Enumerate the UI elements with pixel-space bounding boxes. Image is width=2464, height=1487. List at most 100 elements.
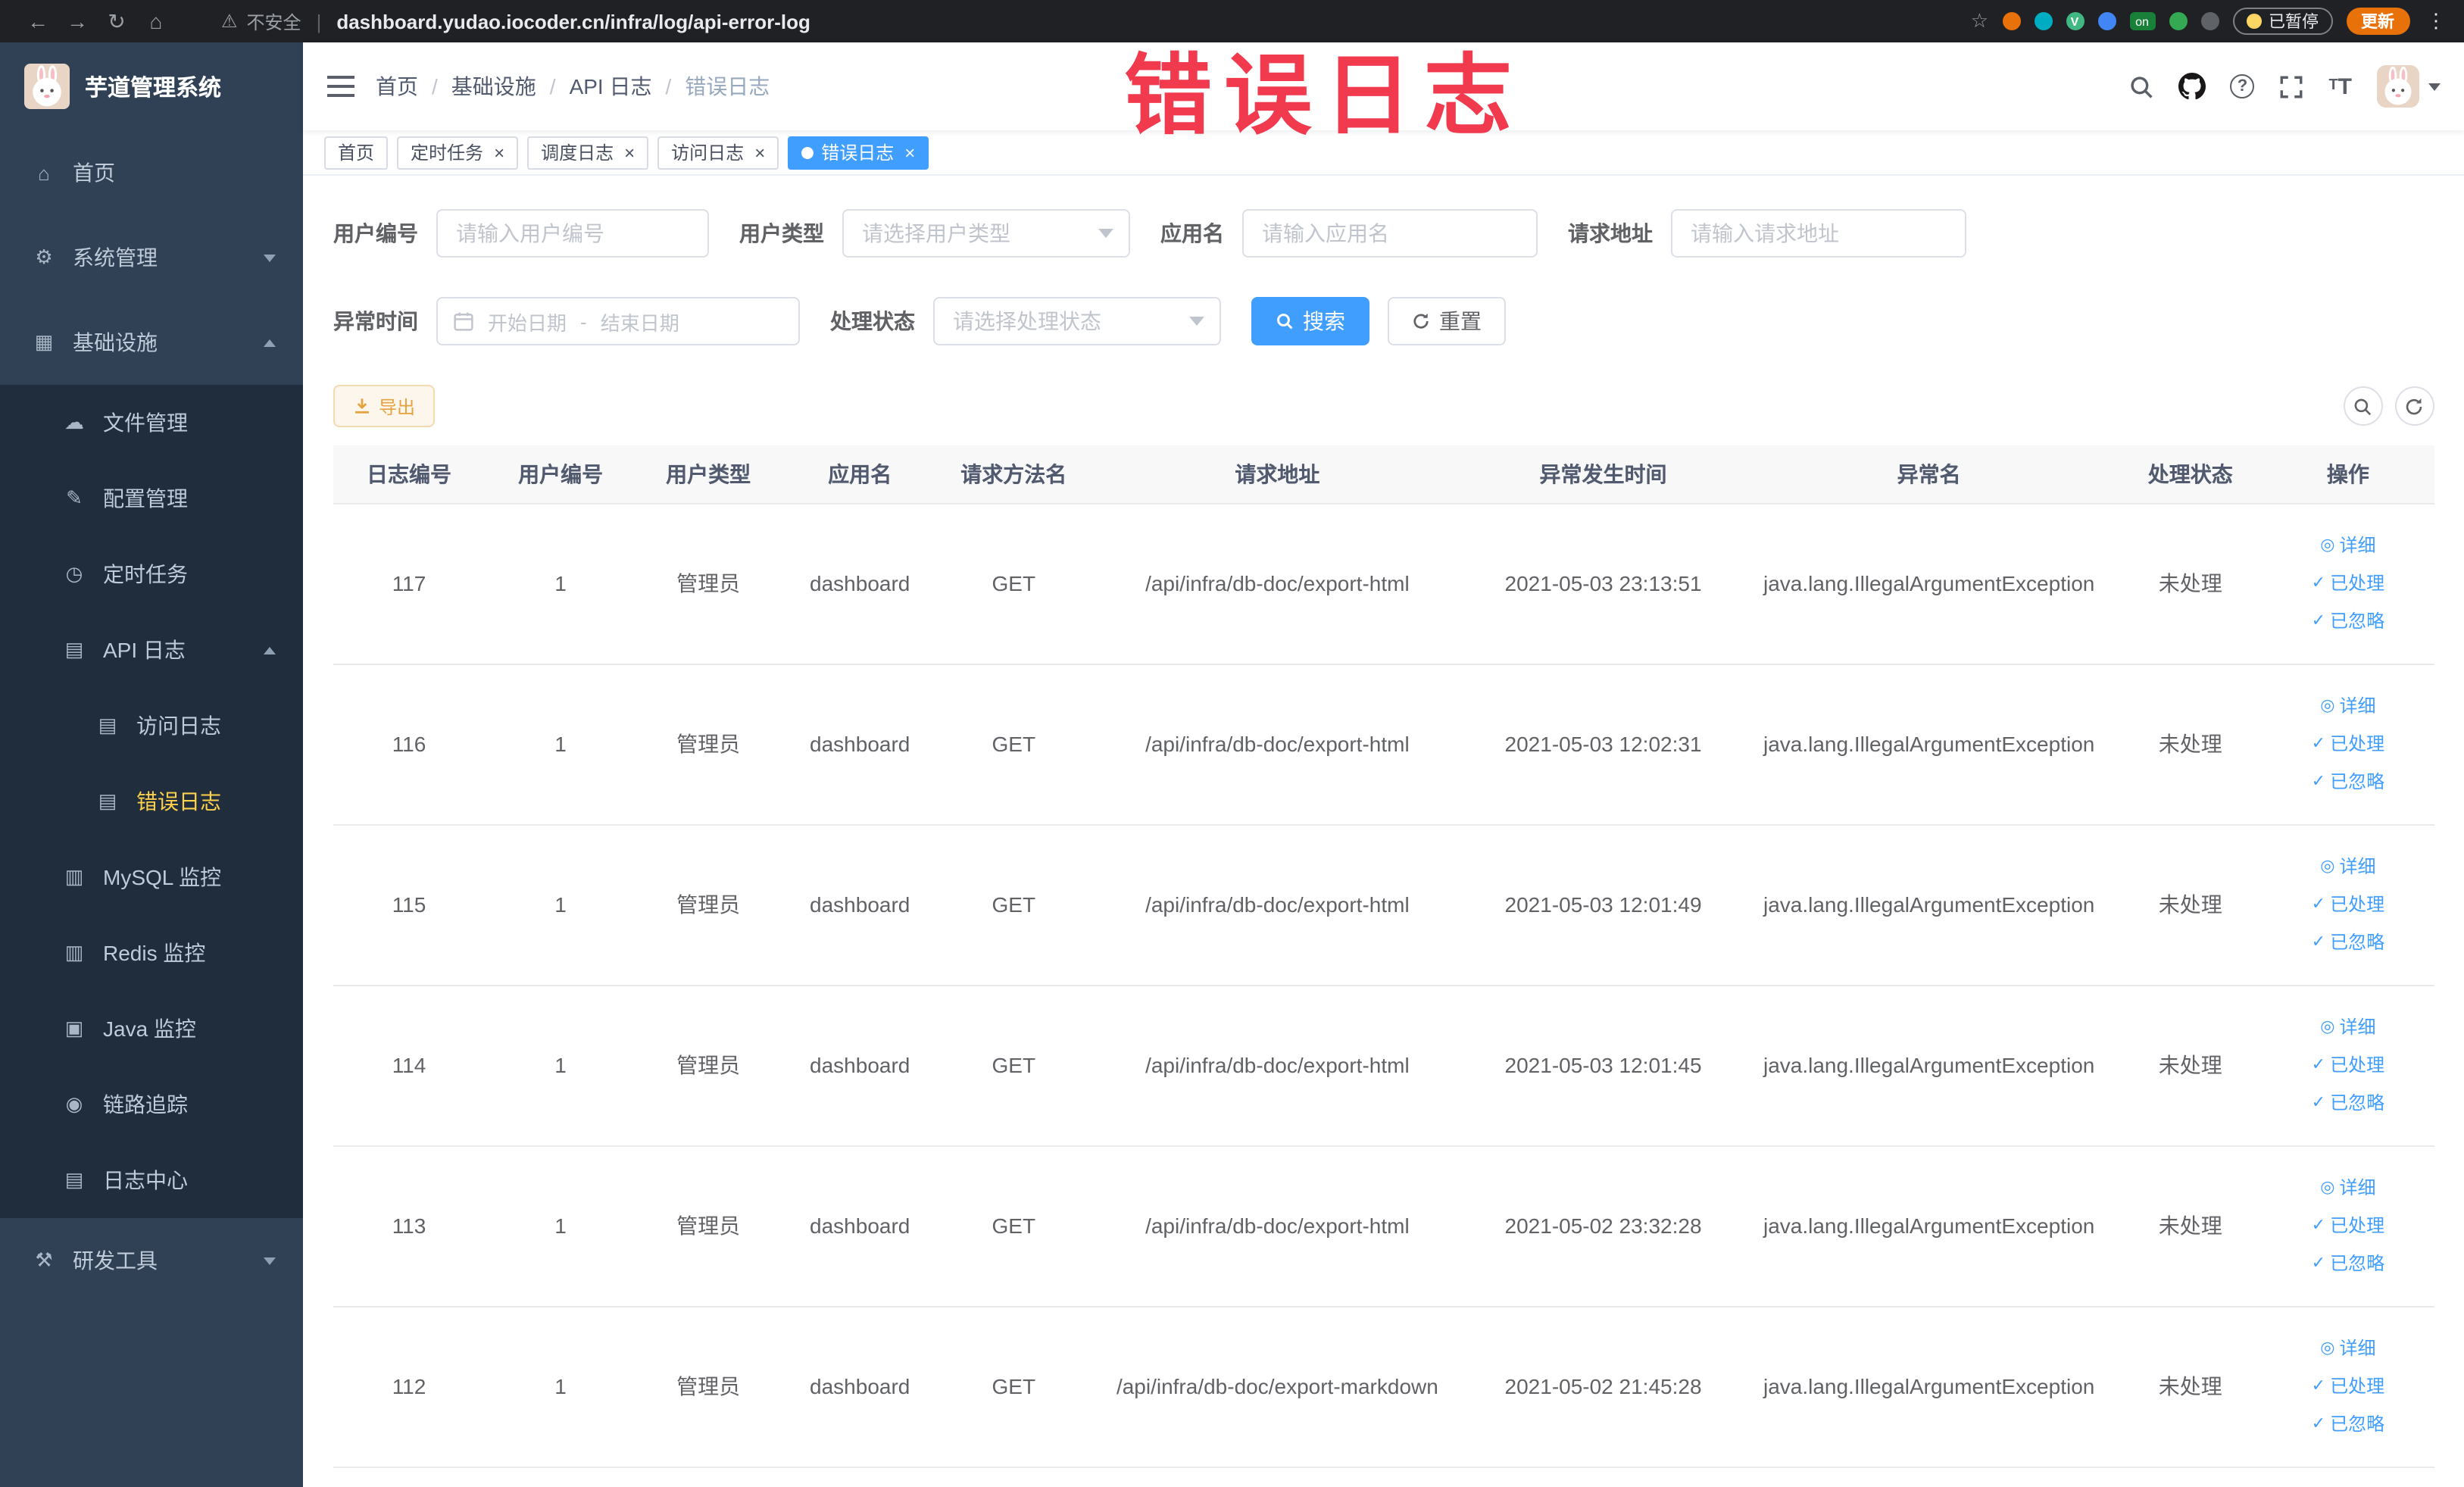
app-logo[interactable]: 芋道管理系统	[0, 42, 303, 130]
cell-user-type: 管理员	[636, 985, 781, 1146]
tab-home[interactable]: 首页	[324, 136, 389, 169]
breadcrumb-item[interactable]: 首页	[376, 71, 418, 102]
extension-icon[interactable]	[2169, 12, 2187, 30]
sidebar-item-link-tracing[interactable]: ◉ 链路追踪	[0, 1067, 303, 1142]
detail-link[interactable]: ◎ 详细	[2269, 687, 2428, 725]
export-button[interactable]: 导出	[333, 385, 436, 427]
ignored-link[interactable]: ✓ 已忽略	[2269, 602, 2428, 640]
sidebar-item-java-monitor[interactable]: ▣ Java 监控	[0, 991, 303, 1067]
close-icon[interactable]: ×	[904, 143, 915, 161]
processed-link[interactable]: ✓ 已处理	[2269, 1046, 2428, 1084]
close-icon[interactable]: ×	[754, 143, 765, 161]
extension-icon[interactable]	[2097, 12, 2116, 30]
ignored-link[interactable]: ✓ 已忽略	[2269, 1084, 2428, 1122]
sidebar-item-config-management[interactable]: ✎ 配置管理	[0, 461, 303, 536]
column-header: 用户编号	[485, 445, 637, 504]
sidebar-item-api-logs[interactable]: ▤ API 日志	[0, 612, 303, 688]
update-button[interactable]: 更新	[2346, 8, 2409, 35]
filter-app-name: 应用名	[1160, 209, 1538, 258]
sidebar-item-access-logs[interactable]: ▤ 访问日志	[0, 688, 303, 764]
toggle-search-button[interactable]	[2343, 386, 2382, 426]
detail-link[interactable]: ◎ 详细	[2269, 1008, 2428, 1046]
sidebar-item-redis-monitor[interactable]: ▥ Redis 监控	[0, 915, 303, 991]
detail-link[interactable]: ◎ 详细	[2269, 1169, 2428, 1207]
bookmark-star-icon[interactable]: ☆	[1971, 9, 1988, 33]
reset-button[interactable]: 重置	[1388, 297, 1506, 345]
sidebar-item-file-management[interactable]: ☁ 文件管理	[0, 385, 303, 461]
sidebar-item-home[interactable]: ⌂ 首页	[0, 130, 303, 215]
ignored-link[interactable]: ✓ 已忽略	[2269, 1405, 2428, 1443]
hamburger-icon[interactable]	[327, 76, 354, 97]
detail-link[interactable]: ◎ 详细	[2269, 848, 2428, 886]
tab-access-logs[interactable]: 访问日志 ×	[657, 136, 779, 169]
cell-status: 未处理	[2118, 1145, 2263, 1307]
search-button[interactable]: 搜索	[1251, 297, 1369, 345]
tab-scheduled-tasks[interactable]: 定时任务 ×	[397, 136, 519, 169]
cloud-icon: ☁	[64, 411, 84, 433]
process-status-select[interactable]: 请选择处理状态	[933, 297, 1221, 345]
processed-link[interactable]: ✓ 已处理	[2269, 725, 2428, 763]
breadcrumb-item[interactable]: API 日志	[570, 71, 652, 102]
home-icon[interactable]: ⌂	[136, 9, 176, 33]
url-text[interactable]: dashboard.yudao.iocoder.cn/infra/log/api…	[336, 10, 810, 33]
detail-link[interactable]: ◎ 详细	[2269, 1329, 2428, 1367]
action-label: 详细	[2339, 855, 2376, 876]
back-icon[interactable]: ←	[18, 9, 58, 33]
browser-menu-icon[interactable]: ⋮	[2426, 9, 2446, 33]
tab-error-logs[interactable]: 错误日志 ×	[788, 136, 929, 169]
clock-icon: ◷	[65, 562, 83, 585]
cell-time: 2021-05-03 12:01:49	[1466, 824, 1740, 986]
search-icon[interactable]	[2128, 73, 2154, 99]
sidebar-item-infrastructure[interactable]: ▦ 基础设施	[0, 300, 303, 385]
cell-actions: ◎ 详细 ✓ 已处理 ✓ 已忽略	[2262, 1306, 2434, 1467]
app-name-input[interactable]	[1242, 209, 1538, 258]
action-label: 详细	[2339, 534, 2376, 555]
user-id-input[interactable]	[436, 209, 709, 258]
security-chip[interactable]: ⚠ 不安全	[221, 8, 301, 34]
detail-link[interactable]: ◎ 详细	[2269, 526, 2428, 564]
extension-on-badge[interactable]: on	[2129, 12, 2155, 30]
fullscreen-icon[interactable]	[2278, 73, 2304, 99]
extension-icon[interactable]: V	[2066, 12, 2084, 30]
check-icon: ✓	[2311, 573, 2326, 592]
request-url-input[interactable]	[1671, 209, 1966, 258]
chevron-down-icon	[1098, 229, 1113, 238]
start-date-placeholder: 开始日期	[488, 311, 567, 334]
sidebar-item-mysql-monitor[interactable]: ▥ MySQL 监控	[0, 839, 303, 915]
refresh-table-button[interactable]	[2394, 386, 2434, 426]
processed-link[interactable]: ✓ 已处理	[2269, 1207, 2428, 1245]
processed-link[interactable]: ✓ 已处理	[2269, 564, 2428, 602]
forward-icon[interactable]: →	[58, 9, 97, 33]
ignored-link[interactable]: ✓ 已忽略	[2269, 763, 2428, 801]
github-icon[interactable]	[2178, 73, 2206, 100]
sidebar-item-log-center[interactable]: ▤ 日志中心	[0, 1142, 303, 1218]
extension-icon[interactable]	[2034, 12, 2052, 30]
sidebar-item-label: MySQL 监控	[103, 865, 222, 889]
ignored-link[interactable]: ✓ 已忽略	[2269, 923, 2428, 961]
select-placeholder: 请选择用户类型	[862, 221, 1010, 245]
user-type-select[interactable]: 请选择用户类型	[842, 209, 1130, 258]
breadcrumb-item[interactable]: 基础设施	[451, 71, 536, 102]
processed-link[interactable]: ✓ 已处理	[2269, 886, 2428, 923]
exception-time-daterange[interactable]: 开始日期 - 结束日期	[436, 297, 800, 345]
tab-schedule-logs[interactable]: 调度日志 ×	[527, 136, 649, 169]
extension-icon[interactable]	[2002, 12, 2020, 30]
cell-status: 未处理	[2118, 824, 2263, 986]
filter-label: 异常时间	[333, 309, 418, 333]
help-icon[interactable]: ?	[2230, 74, 2255, 98]
reload-icon[interactable]: ↻	[97, 8, 136, 34]
filter-process-status: 处理状态 请选择处理状态	[830, 297, 1221, 345]
extension-icon[interactable]	[2200, 12, 2219, 30]
sidebar-item-dev-tools[interactable]: ⚒ 研发工具	[0, 1218, 303, 1303]
eye-icon: ◎	[2320, 1339, 2335, 1357]
close-icon[interactable]: ×	[624, 143, 635, 161]
sidebar-item-error-logs[interactable]: ▤ 错误日志	[0, 764, 303, 839]
sidebar-item-system-management[interactable]: ⚙ 系统管理	[0, 215, 303, 300]
user-avatar[interactable]	[2376, 65, 2440, 108]
font-size-icon[interactable]: TT	[2328, 75, 2352, 98]
sidebar-item-scheduled-tasks[interactable]: ◷ 定时任务	[0, 536, 303, 612]
close-icon[interactable]: ×	[494, 143, 504, 161]
paused-pill[interactable]: 已暂停	[2232, 8, 2332, 35]
ignored-link[interactable]: ✓ 已忽略	[2269, 1245, 2428, 1282]
processed-link[interactable]: ✓ 已处理	[2269, 1367, 2428, 1405]
